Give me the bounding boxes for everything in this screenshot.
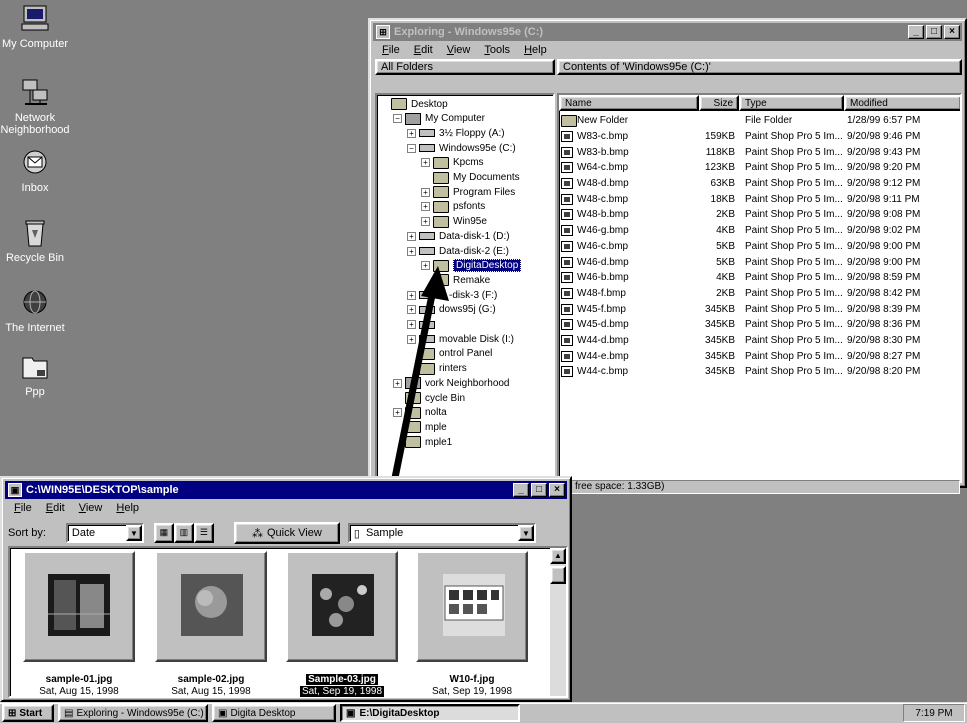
medium-icons-view-icon[interactable]: ▥	[173, 523, 194, 543]
task-label: Exploring - Windows95e (C:)	[76, 707, 204, 719]
thumbnail-date: Sat, Aug 15, 1998	[171, 686, 251, 697]
chevron-down-icon[interactable]: ▼	[125, 525, 142, 541]
maximize-button[interactable]: □	[531, 483, 547, 497]
thumbnail-name: sample-01.jpg	[45, 674, 113, 685]
folder-select[interactable]: ▯ Sample ▼	[347, 523, 536, 543]
thumbnail-name: W10-f.jpg	[449, 674, 495, 685]
taskbar-task-digita[interactable]: ▣ Digita Desktop	[212, 704, 336, 722]
thumbnail-1[interactable]	[23, 551, 135, 662]
sample-title: C:\WIN95E\DESKTOP\sample	[26, 484, 179, 496]
menu-help[interactable]: Help	[111, 502, 144, 514]
quick-view-icon: ⁂	[251, 527, 263, 540]
folder-icon: ▯	[353, 527, 360, 540]
system-tray-clock[interactable]: 7:19 PM	[903, 704, 965, 722]
task-label: E:\DigitaDesktop	[359, 707, 440, 719]
photo-thumbnail-image	[48, 574, 110, 636]
digita-icon: ▣	[218, 707, 228, 719]
sort-value: Date	[71, 527, 96, 539]
close-button[interactable]: ×	[549, 483, 565, 497]
start-label: Start	[19, 707, 43, 719]
taskbar: ⊞ Start ▤ Exploring - Windows95e (C:) ▣ …	[0, 702, 967, 723]
explorer-icon: ▤	[64, 707, 74, 719]
sample-toolbar: Sort by: Date ▼ ▦ ▥ ☰ ⁂ Quick View ▯ Sam…	[8, 522, 564, 544]
digita-icon: ▣	[346, 707, 356, 719]
quick-view-label: Quick View	[266, 527, 322, 539]
menu-edit[interactable]: Edit	[41, 502, 70, 514]
selected-thumbnail-date: Sat, Sep 19, 1998	[299, 686, 385, 697]
photo-thumbnail-image	[181, 574, 243, 636]
thumbnail-name: sample-02.jpg	[177, 674, 245, 685]
scroll-thumb[interactable]	[550, 566, 566, 584]
thumbnail-date: Sat, Aug 15, 1998	[39, 686, 119, 697]
sample-window: ▣ C:\WIN95E\DESKTOP\sample _ □ × File Ed…	[0, 476, 572, 702]
taskbar-task-digita-desktop[interactable]: ▣ E:\DigitaDesktop	[340, 704, 520, 722]
taskbar-task-explorer[interactable]: ▤ Exploring - Windows95e (C:)	[58, 704, 208, 722]
thumbnail-date: Sat, Sep 19, 1998	[431, 686, 513, 697]
vertical-scrollbar[interactable]: ▲	[550, 548, 566, 696]
sample-titlebar[interactable]: ▣ C:\WIN95E\DESKTOP\sample _ □ ×	[5, 481, 567, 499]
list-view-icon[interactable]: ☰	[193, 523, 214, 543]
folder-value: Sample	[365, 527, 404, 539]
large-icons-view-icon[interactable]: ▦	[153, 523, 174, 543]
windows-logo-icon: ⊞	[8, 707, 17, 719]
quick-view-button[interactable]: ⁂ Quick View	[233, 522, 340, 544]
task-label: Digita Desktop	[230, 707, 296, 719]
menu-view[interactable]: View	[74, 502, 108, 514]
thumbnail-2[interactable]	[155, 551, 267, 662]
thumbnail-date-selected: Sat, Sep 19, 1998	[272, 686, 412, 697]
screenshot-thumbnail-image	[443, 574, 505, 636]
minimize-button[interactable]: _	[513, 483, 529, 497]
sort-select[interactable]: Date ▼	[65, 523, 144, 543]
chevron-down-icon[interactable]: ▼	[517, 525, 534, 541]
sort-label: Sort by:	[8, 527, 46, 539]
thumbnail-name-selected: Sample-03.jpg	[272, 674, 412, 685]
scroll-up-arrow-icon[interactable]: ▲	[550, 548, 566, 564]
sample-menubar: File Edit View Help	[5, 499, 567, 517]
thumbnail-3[interactable]	[286, 551, 398, 662]
selected-thumbnail-name: Sample-03.jpg	[306, 674, 378, 685]
start-button[interactable]: ⊞ Start	[2, 704, 54, 722]
sample-window-icon: ▣	[8, 483, 22, 497]
photo-thumbnail-image	[312, 574, 374, 636]
thumbnail-4[interactable]	[416, 551, 528, 662]
clock-label: 7:19 PM	[915, 707, 953, 719]
menu-file[interactable]: File	[9, 502, 37, 514]
